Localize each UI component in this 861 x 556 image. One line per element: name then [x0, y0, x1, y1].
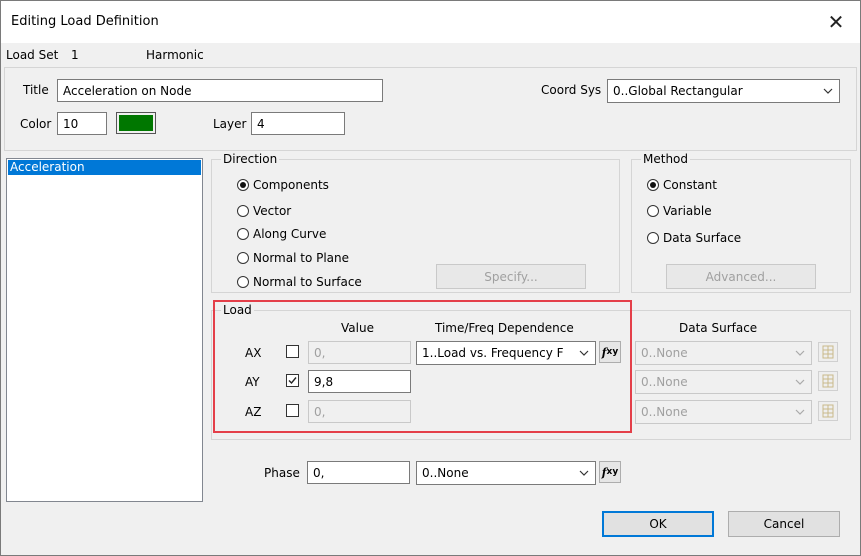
editing-load-definition-dialog: Editing Load Definition ✕ Load Set 1 Har…: [0, 0, 861, 556]
table-grid-icon[interactable]: [818, 401, 838, 421]
close-icon[interactable]: ✕: [822, 9, 850, 35]
load-type-list[interactable]: Acceleration: [6, 158, 203, 502]
highlight-box: [213, 300, 632, 433]
direction-option-label: Normal to Surface: [253, 275, 362, 289]
color-label: Color: [20, 117, 52, 131]
direction-label: Direction: [221, 152, 280, 166]
method-option-label: Data Surface: [663, 231, 742, 245]
cancel-button[interactable]: Cancel: [728, 511, 840, 537]
radio-icon: [647, 205, 659, 217]
phase-function-editor-icon[interactable]: f xy: [599, 461, 621, 483]
table-grid-icon[interactable]: [818, 371, 838, 391]
load-set-label: Load Set: [6, 48, 59, 62]
radio-icon: [237, 228, 249, 240]
row-az-data-surface-value: 0..None: [641, 405, 688, 419]
chevron-down-icon: [579, 470, 589, 476]
table-grid-icon[interactable]: [818, 342, 838, 362]
title-bar: Editing Load Definition ✕: [1, 1, 860, 43]
method-option-variable[interactable]: Variable: [647, 204, 712, 218]
color-input[interactable]: 10: [57, 112, 107, 135]
direction-option-label: Components: [253, 178, 329, 192]
row-ax-data-surface-value: 0..None: [641, 346, 688, 360]
chevron-down-icon: [795, 379, 805, 385]
title-label: Title: [23, 83, 49, 97]
direction-option-label: Along Curve: [253, 227, 327, 241]
method-option-data-surface[interactable]: Data Surface: [647, 231, 741, 245]
direction-option-components[interactable]: Components: [237, 178, 329, 192]
phase-value-input[interactable]: 0,: [307, 461, 410, 484]
title-input[interactable]: Acceleration on Node: [57, 79, 383, 102]
direction-option-along-curve[interactable]: Along Curve: [237, 227, 326, 241]
direction-option-label: Normal to Plane: [253, 251, 350, 265]
layer-input[interactable]: 4: [251, 112, 345, 135]
row-ax-data-surface-select[interactable]: 0..None: [635, 341, 812, 365]
row-ay-data-surface-select[interactable]: 0..None: [635, 370, 812, 394]
coord-sys-label: Coord Sys: [541, 83, 602, 97]
method-option-label: Variable: [663, 204, 712, 218]
load-set-id: 1: [71, 48, 79, 62]
radio-icon: [237, 276, 249, 288]
direction-option-normal-to-surface[interactable]: Normal to Surface: [237, 275, 362, 289]
radio-selected-icon: [237, 179, 249, 191]
color-swatch-fill: [119, 115, 153, 131]
chevron-down-icon: [823, 88, 833, 94]
direction-option-normal-to-plane[interactable]: Normal to Plane: [237, 251, 349, 265]
coord-sys-value: 0..Global Rectangular: [613, 84, 743, 98]
chevron-down-icon: [795, 350, 805, 356]
phase-function-value: 0..None: [422, 466, 469, 480]
window-title: Editing Load Definition: [11, 14, 159, 29]
phase-label: Phase: [264, 466, 300, 480]
radio-icon: [237, 252, 249, 264]
list-item[interactable]: Acceleration: [8, 160, 201, 175]
method-option-constant[interactable]: Constant: [647, 178, 717, 192]
coord-sys-select[interactable]: 0..Global Rectangular: [607, 79, 840, 103]
direction-option-label: Vector: [253, 204, 292, 218]
specify-button[interactable]: Specify...: [436, 264, 586, 289]
ok-button[interactable]: OK: [602, 511, 714, 537]
row-ay-data-surface-value: 0..None: [641, 375, 688, 389]
chevron-down-icon: [795, 409, 805, 415]
row-az-data-surface-select[interactable]: 0..None: [635, 400, 812, 424]
fxy-sub: xy: [606, 467, 619, 477]
direction-option-vector[interactable]: Vector: [237, 204, 291, 218]
layer-label: Layer: [213, 117, 247, 131]
data-surface-column-header: Data Surface: [679, 321, 758, 335]
radio-selected-icon: [647, 179, 659, 191]
color-swatch-button[interactable]: [116, 112, 156, 134]
radio-icon: [647, 232, 659, 244]
phase-function-select[interactable]: 0..None: [416, 461, 596, 485]
method-label: Method: [641, 152, 691, 166]
method-option-label: Constant: [663, 178, 717, 192]
load-set-type: Harmonic: [146, 48, 204, 62]
radio-icon: [237, 205, 249, 217]
advanced-button[interactable]: Advanced...: [666, 264, 816, 289]
